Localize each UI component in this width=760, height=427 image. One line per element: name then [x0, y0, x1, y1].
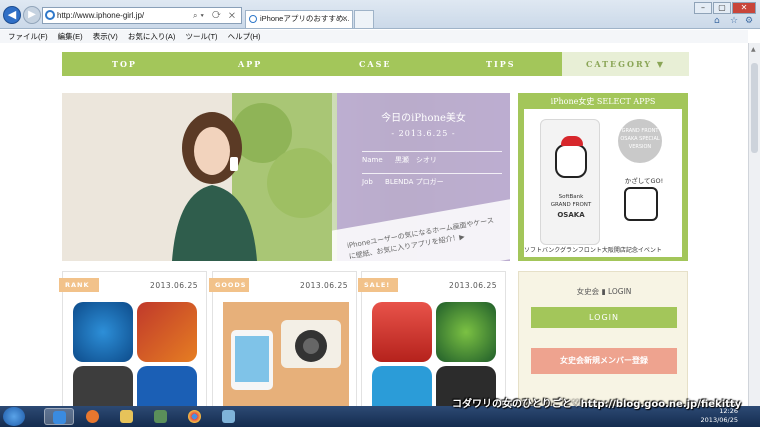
login-button[interactable]: LOGIN — [531, 307, 677, 328]
kazashite-go-text: かざしてGO! — [624, 177, 664, 185]
close-button[interactable]: ✕ — [732, 2, 756, 14]
explorer-icon — [222, 410, 235, 423]
app-icon-sword — [137, 302, 197, 362]
phone-case-image: SoftBank GRAND FRONT OSAKA — [540, 119, 600, 245]
hero-name-label: Name — [362, 156, 383, 164]
taskbar-ie[interactable] — [44, 408, 74, 425]
ie-logo-icon — [45, 10, 55, 20]
page-content: TOP APP CASE TIPS CATEGORY ▼ 今日のiPhone美女… — [0, 43, 748, 406]
dog-app-icon — [624, 187, 658, 221]
hero-photo — [62, 93, 332, 261]
goods-tag: GOODS — [209, 278, 249, 292]
firefox-icon — [86, 410, 99, 423]
site-nav: TOP APP CASE TIPS CATEGORY ▼ — [62, 52, 689, 76]
search-refresh-close-icon[interactable]: ⌕▾ ⟳ ✕ — [193, 8, 238, 23]
blog-watermark: コダワリの女のひとりごと♡http://blog.goo.ne.jp/fieki… — [452, 399, 742, 410]
app-icon-camera — [372, 366, 432, 406]
home-icon[interactable]: ⌂ — [714, 16, 724, 26]
special-version-badge: GRAND FRONT OSAKA SPECIAL VERSION — [618, 119, 662, 163]
select-apps-panel: iPhone女史 SELECT APPS SoftBank GRAND FRON… — [518, 93, 688, 261]
taskbar-app[interactable] — [146, 408, 176, 425]
phone-text-2: GRAND FRONT — [550, 202, 592, 208]
hero-feature[interactable]: 今日のiPhone美女 - 2013.6.25 - Name 黒瀬 シオリ Jo… — [62, 93, 510, 261]
menu-help[interactable]: ヘルプ(H) — [228, 30, 261, 43]
register-button[interactable]: 女史会新規メンバー登録 — [531, 348, 677, 374]
goods-card[interactable]: GOODS 2013.06.25 — [209, 271, 357, 406]
tab-ie-icon — [249, 15, 257, 23]
browser-titlebar: ◀ ▶ http://www.iphone-girl.jp/ ⌕▾ ⟳ ✕ iP… — [0, 0, 760, 29]
hero-job-row: Job BLENDA プロガー — [362, 173, 502, 187]
app-icon-note — [372, 302, 432, 362]
menu-edit[interactable]: 編集(E) — [58, 30, 83, 43]
menu-file[interactable]: ファイル(F) — [8, 30, 48, 43]
app-icon — [154, 410, 167, 423]
nav-case[interactable]: CASE — [359, 52, 391, 76]
sale-tag: SALE! — [358, 278, 398, 292]
sale-thumbnails — [372, 302, 498, 406]
rank-date: 2013.06.25 — [150, 281, 198, 290]
rank-tag: RANK — [59, 278, 99, 292]
app-icon-disney — [137, 366, 197, 406]
taskbar-folder[interactable] — [112, 408, 142, 425]
browser-tab-active[interactable]: iPhoneアプリのおすすめ... ✕ — [245, 10, 353, 28]
app-icon-music — [73, 302, 133, 362]
scroll-up-icon[interactable]: ▲ — [751, 46, 756, 53]
nav-category[interactable]: CATEGORY ▼ — [562, 52, 689, 76]
nav-top[interactable]: TOP — [112, 52, 137, 76]
taskbar-explorer[interactable] — [214, 408, 244, 425]
taskbar-chrome[interactable] — [180, 408, 210, 425]
hero-name: 黒瀬 シオリ — [394, 156, 437, 164]
rank-card[interactable]: RANK 2013.06.25 — [59, 271, 207, 406]
dog-mascot-icon — [555, 136, 587, 178]
menu-view[interactable]: 表示(V) — [93, 30, 118, 43]
taskbar-firefox[interactable] — [78, 408, 108, 425]
hero-job: BLENDA プロガー — [385, 178, 444, 186]
maximize-button[interactable]: ▢ — [713, 2, 731, 14]
nav-app[interactable]: APP — [238, 52, 262, 76]
select-apps-heading: iPhone女史 SELECT APPS — [550, 97, 656, 106]
sale-date: 2013.06.25 — [449, 281, 497, 290]
tab-close-icon[interactable]: ✕ — [342, 11, 348, 27]
address-text: http://www.iphone-girl.jp/ — [57, 11, 145, 20]
menu-favorites[interactable]: お気に入り(A) — [128, 30, 176, 43]
goods-date: 2013.06.25 — [300, 281, 348, 290]
start-button[interactable] — [3, 407, 25, 426]
minimize-button[interactable]: – — [694, 2, 712, 14]
folder-icon — [120, 410, 133, 423]
login-heading: 女史会 ▮ LOGIN — [576, 287, 632, 296]
ie-icon — [53, 411, 66, 424]
login-panel: 女史会 ▮ LOGIN LOGIN 女史会新規メンバー登録 — [518, 271, 688, 406]
hero-job-label: Job — [362, 178, 373, 186]
menu-tools[interactable]: ツール(T) — [185, 30, 217, 43]
new-tab-button[interactable] — [354, 10, 374, 28]
clock-date: 2013/06/25 — [700, 416, 738, 424]
rank-thumbnails — [73, 302, 199, 406]
select-apps-body[interactable]: SoftBank GRAND FRONT OSAKA GRAND FRONT O… — [524, 109, 682, 257]
vertical-scrollbar[interactable]: ▲ — [748, 43, 760, 406]
hero-name-row: Name 黒瀬 シオリ — [362, 151, 502, 165]
app-icon-pie — [436, 302, 496, 362]
hero-date: - 2013.6.25 - — [391, 129, 456, 138]
scroll-thumb[interactable] — [751, 63, 758, 153]
menu-bar: ファイル(F) 編集(E) 表示(V) お気に入り(A) ツール(T) ヘルプ(… — [0, 30, 748, 43]
address-bar[interactable]: http://www.iphone-girl.jp/ ⌕▾ ⟳ ✕ — [42, 7, 242, 24]
back-button[interactable]: ◀ — [3, 6, 21, 24]
nav-tips[interactable]: TIPS — [486, 52, 516, 76]
goods-photo — [223, 302, 349, 406]
phone-text-1: SoftBank — [558, 194, 584, 200]
sale-card[interactable]: SALE! 2013.06.25 — [358, 271, 506, 406]
hero-title: 今日のiPhone美女 — [381, 113, 466, 124]
tab-title: iPhoneアプリのおすすめ... — [260, 14, 350, 23]
chrome-icon — [188, 410, 201, 423]
forward-button[interactable]: ▶ — [23, 6, 41, 24]
phone-text-3: OSAKA — [557, 211, 585, 219]
select-apps-caption: ソフトバンクグランフロント大阪開店記念イベント — [524, 247, 662, 254]
favorites-star-icon[interactable]: ☆ — [730, 16, 740, 26]
app-icon-dark — [73, 366, 133, 406]
tools-gear-icon[interactable]: ⚙ — [745, 16, 755, 26]
